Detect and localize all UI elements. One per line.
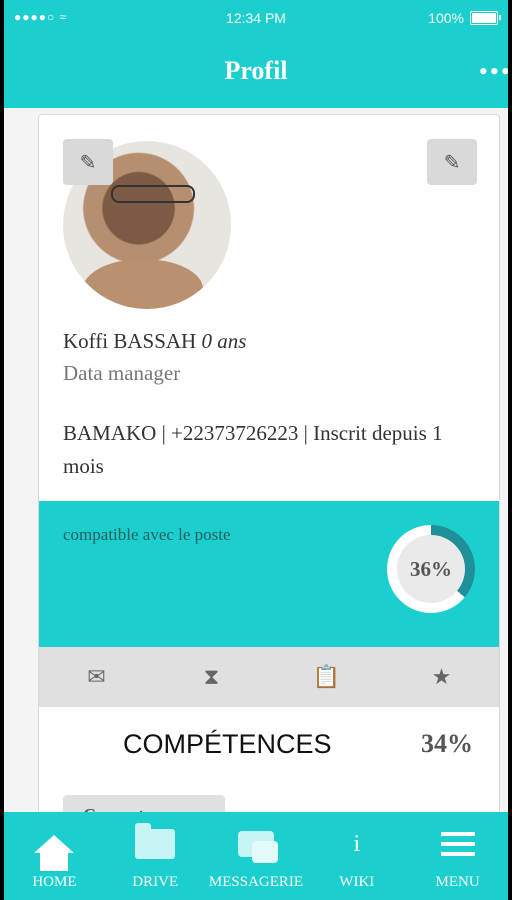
edit-profile-button[interactable]: ✎ xyxy=(427,139,477,185)
nav-bar: Profil ••• xyxy=(4,36,508,108)
compatibility-percent: 36% xyxy=(397,535,465,603)
glasses-detail xyxy=(111,185,195,203)
ellipsis-icon[interactable]: ••• xyxy=(479,59,508,85)
hourglass-icon[interactable]: ⧗ xyxy=(154,647,269,707)
competences-percent: 34% xyxy=(421,729,473,758)
profile-name: Koffi BASSAH xyxy=(63,329,197,353)
compatibility-label: compatible avec le poste xyxy=(63,525,231,544)
page-title: Profil xyxy=(224,56,288,85)
tab-wiki[interactable]: i WIKI xyxy=(306,812,407,900)
shirt-detail xyxy=(83,259,203,309)
main-content[interactable]: ✎ Koffi BASSAH 0 ans Data manager BAMAKO… xyxy=(4,108,508,812)
profile-info: BAMAKO | +22373726223 | Inscrit depuis 1… xyxy=(63,421,443,478)
edit-icon: ✎ xyxy=(443,151,461,174)
profile-actions-row: ✉ ⧗ 📋 ★ xyxy=(39,647,499,707)
competences-title: COMPÉTENCES xyxy=(123,729,332,759)
folder-icon xyxy=(135,823,176,859)
clipboard-icon[interactable]: 📋 xyxy=(269,647,384,707)
profile-role: Data manager xyxy=(63,361,181,385)
profile-age: 0 ans xyxy=(201,329,247,353)
profile-name-line: Koffi BASSAH 0 ans xyxy=(63,329,246,354)
competence-tag[interactable]: Competence xyxy=(63,795,225,812)
tab-bar: HOME DRIVE MESSAGERIE i WIKI MENU xyxy=(4,812,508,900)
edit-icon: ✎ xyxy=(79,151,97,174)
edit-competences-button[interactable]: ✎ xyxy=(63,139,113,185)
phone-screen: ●●●●○ ≈ 12:34 PM 100% Profil ••• ✎ Koffi… xyxy=(4,0,508,900)
compatibility-ring: 36% xyxy=(387,525,475,613)
battery-status: 100% xyxy=(428,10,501,26)
tab-menu[interactable]: MENU xyxy=(407,812,508,900)
battery-icon xyxy=(470,11,501,25)
info-icon: i xyxy=(353,830,361,857)
status-bar: ●●●●○ ≈ 12:34 PM 100% xyxy=(4,0,508,36)
compatibility-panel: compatible avec le poste 36% xyxy=(39,501,499,647)
star-icon[interactable]: ★ xyxy=(384,647,499,707)
mail-icon[interactable]: ✉ xyxy=(39,647,154,707)
home-icon xyxy=(34,835,75,871)
tab-home[interactable]: HOME xyxy=(4,812,105,900)
chat-icon xyxy=(237,831,278,863)
tab-label: MENU xyxy=(435,874,480,890)
menu-icon xyxy=(440,832,475,856)
tab-messagerie[interactable]: MESSAGERIE xyxy=(206,812,307,900)
battery-percent: 100% xyxy=(428,10,464,26)
profile-card: ✎ Koffi BASSAH 0 ans Data manager BAMAKO… xyxy=(38,114,500,812)
tab-drive[interactable]: DRIVE xyxy=(105,812,206,900)
